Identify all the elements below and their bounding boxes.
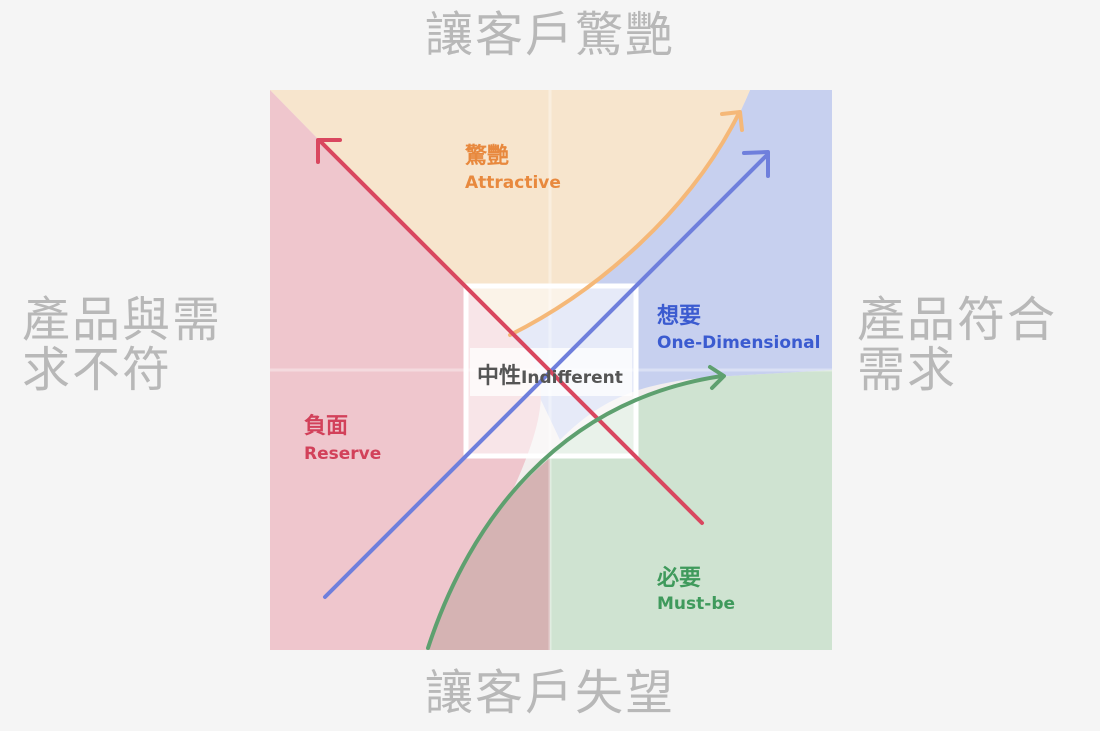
kano-model-diagram: 驚艷 Attractive 想要 One-Dimensional 負面 Rese…: [270, 90, 832, 650]
must-be-label-en: Must-be: [657, 594, 735, 614]
reserve-label-zh: 負面: [304, 413, 348, 439]
indifferent-label-en: Indifferent: [521, 368, 623, 388]
indifferent-label-zh: 中性: [477, 364, 521, 389]
attractive-label-en: Attractive: [465, 173, 561, 193]
reserve-label-en: Reserve: [304, 444, 381, 464]
one-dimensional-label-en: One-Dimensional: [657, 333, 820, 353]
attractive-label-zh: 驚艷: [465, 143, 509, 169]
must-be-label-zh: 必要: [657, 565, 701, 591]
indifferent-label: 中性Indifferent: [477, 364, 623, 389]
one-dimensional-label-zh: 想要: [657, 304, 701, 329]
